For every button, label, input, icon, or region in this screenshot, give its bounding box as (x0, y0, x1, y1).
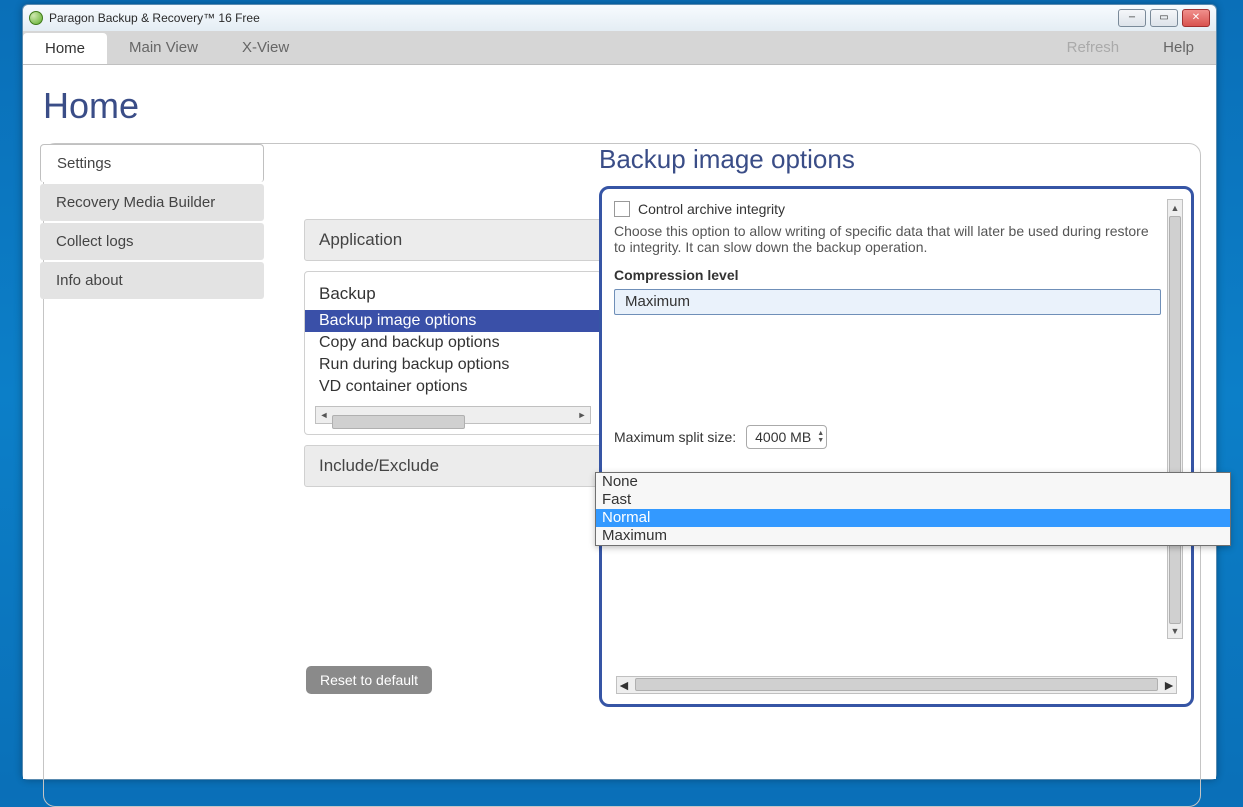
tab-home[interactable]: Home (23, 33, 107, 64)
split-size-value: 4000 MB (755, 429, 811, 445)
right-panel-title: Backup image options (599, 144, 855, 175)
control-integrity-checkbox[interactable] (614, 201, 630, 217)
app-logo-icon (29, 11, 43, 25)
control-integrity-label: Control archive integrity (638, 201, 785, 217)
page-title: Home (43, 85, 1216, 127)
dropdown-option-fast[interactable]: Fast (596, 491, 1230, 509)
split-size-input[interactable]: 4000 MB ▲ ▼ (746, 425, 827, 449)
scroll-right-icon[interactable]: ► (574, 407, 590, 423)
horizontal-scroll-thumb[interactable] (635, 678, 1158, 691)
spin-down-icon[interactable]: ▼ (817, 437, 824, 444)
options-horizontal-scrollbar[interactable]: ◄ ► (616, 676, 1177, 694)
section-include-exclude[interactable]: Include/Exclude (304, 445, 602, 487)
maximize-button[interactable]: ▭ (1150, 9, 1178, 27)
split-size-label: Maximum split size: (614, 429, 736, 445)
sidebar-item-recovery-media[interactable]: Recovery Media Builder (40, 184, 264, 221)
scroll-up-icon[interactable]: ▲ (1168, 200, 1182, 215)
backup-list-scrollbar[interactable]: ◄ ► (315, 406, 591, 424)
compression-level-label: Compression level (614, 267, 1161, 283)
compression-level-dropdown[interactable]: None Fast Normal Maximum (595, 472, 1231, 546)
scroll-left-icon[interactable]: ◄ (316, 407, 332, 423)
settings-categories: Application Backup Backup image options … (304, 219, 602, 497)
titlebar[interactable]: Paragon Backup & Recovery™ 16 Free ─ ▭ ✕ (23, 5, 1216, 31)
tab-x-view[interactable]: X-View (220, 31, 311, 64)
reset-to-default-button[interactable]: Reset to default (306, 666, 432, 694)
dropdown-option-none[interactable]: None (596, 473, 1230, 491)
options-vertical-scrollbar[interactable]: ▲ ▼ (1167, 199, 1183, 639)
spin-up-icon[interactable]: ▲ (817, 430, 824, 437)
sidebar-item-info-about[interactable]: Info about (40, 262, 264, 299)
top-tabs: Home Main View X-View Refresh Help (23, 31, 1216, 65)
dropdown-option-maximum[interactable]: Maximum (596, 527, 1230, 545)
minimize-button[interactable]: ─ (1118, 9, 1146, 27)
scroll-left-icon[interactable]: ◄ (617, 677, 631, 693)
vertical-scroll-thumb[interactable] (1169, 216, 1181, 624)
section-backup-header[interactable]: Backup (305, 282, 601, 310)
content-area: Home Settings Recovery Media Builder Col… (23, 65, 1216, 779)
scroll-right-icon[interactable]: ► (1162, 677, 1176, 693)
app-window: Paragon Backup & Recovery™ 16 Free ─ ▭ ✕… (22, 4, 1217, 780)
sidebar-item-collect-logs[interactable]: Collect logs (40, 223, 264, 260)
window-title: Paragon Backup & Recovery™ 16 Free (49, 11, 260, 25)
tab-main-view[interactable]: Main View (107, 31, 220, 64)
dropdown-option-normal[interactable]: Normal (596, 509, 1230, 527)
section-application[interactable]: Application (304, 219, 602, 261)
scroll-thumb[interactable] (332, 415, 465, 429)
control-integrity-description: Choose this option to allow writing of s… (614, 223, 1161, 255)
compression-level-select[interactable]: Maximum (614, 289, 1161, 315)
backup-item-run-options[interactable]: Run during backup options (305, 354, 601, 376)
section-backup: Backup Backup image options Copy and bac… (304, 271, 602, 435)
refresh-button[interactable]: Refresh (1045, 31, 1142, 64)
scroll-down-icon[interactable]: ▼ (1168, 623, 1182, 638)
backup-item-copy-options[interactable]: Copy and backup options (305, 332, 601, 354)
sidebar: Settings Recovery Media Builder Collect … (40, 142, 264, 301)
options-panel: Control archive integrity Choose this op… (599, 186, 1194, 707)
backup-item-vd-container[interactable]: VD container options (305, 376, 601, 398)
backup-item-image-options[interactable]: Backup image options (305, 310, 601, 332)
help-button[interactable]: Help (1141, 31, 1216, 64)
close-button[interactable]: ✕ (1182, 9, 1210, 27)
sidebar-item-settings[interactable]: Settings (40, 144, 264, 182)
